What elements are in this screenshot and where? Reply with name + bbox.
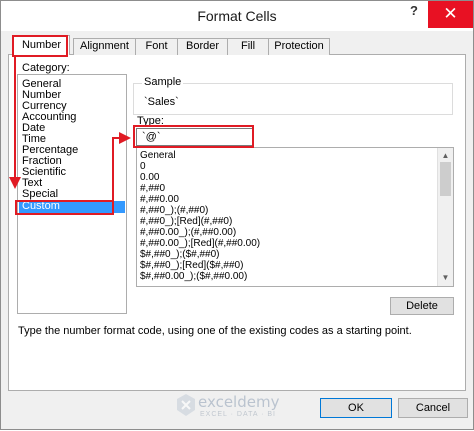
cancel-button[interactable]: Cancel <box>398 398 468 418</box>
tab-alignment[interactable]: Alignment <box>73 38 136 55</box>
format-code-item[interactable]: General <box>140 150 176 161</box>
tab-font[interactable]: Font <box>135 38 178 55</box>
sample-value: `Sales` <box>144 96 179 108</box>
tab-border[interactable]: Border <box>177 38 228 55</box>
exceldemy-watermark: exceldemy EXCEL · DATA · BI <box>176 391 316 421</box>
format-code-item[interactable]: $#,##0_);[Red]($#,##0) <box>140 260 243 271</box>
title-bar: Format Cells ? ✕ <box>1 1 473 31</box>
format-code-item[interactable]: #,##0.00_);[Red](#,##0.00) <box>140 238 260 249</box>
ok-button[interactable]: OK <box>320 398 392 418</box>
window-title: Format Cells <box>197 8 277 24</box>
format-code-item[interactable]: #,##0.00_);(#,##0.00) <box>140 227 236 238</box>
close-button[interactable]: ✕ <box>428 1 473 28</box>
category-list[interactable]: General Number Currency Accounting Date … <box>17 74 127 314</box>
format-list-scrollbar[interactable]: ▲ ▼ <box>437 148 453 286</box>
category-item-special[interactable]: Special <box>22 189 58 200</box>
close-icon: ✕ <box>443 4 458 23</box>
scroll-thumb[interactable] <box>440 162 451 196</box>
format-code-item[interactable]: 0.00 <box>140 172 159 183</box>
delete-button[interactable]: Delete <box>390 297 454 315</box>
type-label: Type: <box>137 115 164 127</box>
tab-protection[interactable]: Protection <box>268 38 330 55</box>
format-code-item[interactable]: 0 <box>140 161 146 172</box>
format-code-item[interactable]: #,##0.00 <box>140 194 179 205</box>
format-code-item[interactable]: #,##0_);(#,##0) <box>140 205 208 216</box>
exceldemy-logo-icon <box>177 394 195 416</box>
category-label: Category: <box>22 62 70 74</box>
category-item-custom[interactable]: Custom <box>19 201 125 213</box>
format-code-list[interactable]: General 0 0.00 #,##0 #,##0.00 #,##0_);(#… <box>136 147 454 287</box>
sample-label: Sample <box>142 76 184 88</box>
help-button[interactable]: ? <box>405 3 423 23</box>
format-cells-dialog: Format Cells ? ✕ Alignment Font Border F… <box>0 0 474 430</box>
scroll-down-arrow-icon[interactable]: ▼ <box>438 270 453 286</box>
type-input[interactable]: `@` <box>136 128 253 146</box>
hint-text: Type the number format code, using one o… <box>18 325 412 337</box>
tab-fill[interactable]: Fill <box>227 38 269 55</box>
watermark-tagline: EXCEL · DATA · BI <box>200 411 276 418</box>
format-code-item[interactable]: #,##0 <box>140 183 165 194</box>
watermark-name: exceldemy <box>198 393 280 411</box>
format-code-item[interactable]: #,##0_);[Red](#,##0) <box>140 216 232 227</box>
format-code-item[interactable]: $#,##0.00_);($#,##0.00) <box>140 271 247 282</box>
format-code-item[interactable]: $#,##0_);($#,##0) <box>140 249 220 260</box>
tab-number[interactable]: Number <box>13 35 70 55</box>
